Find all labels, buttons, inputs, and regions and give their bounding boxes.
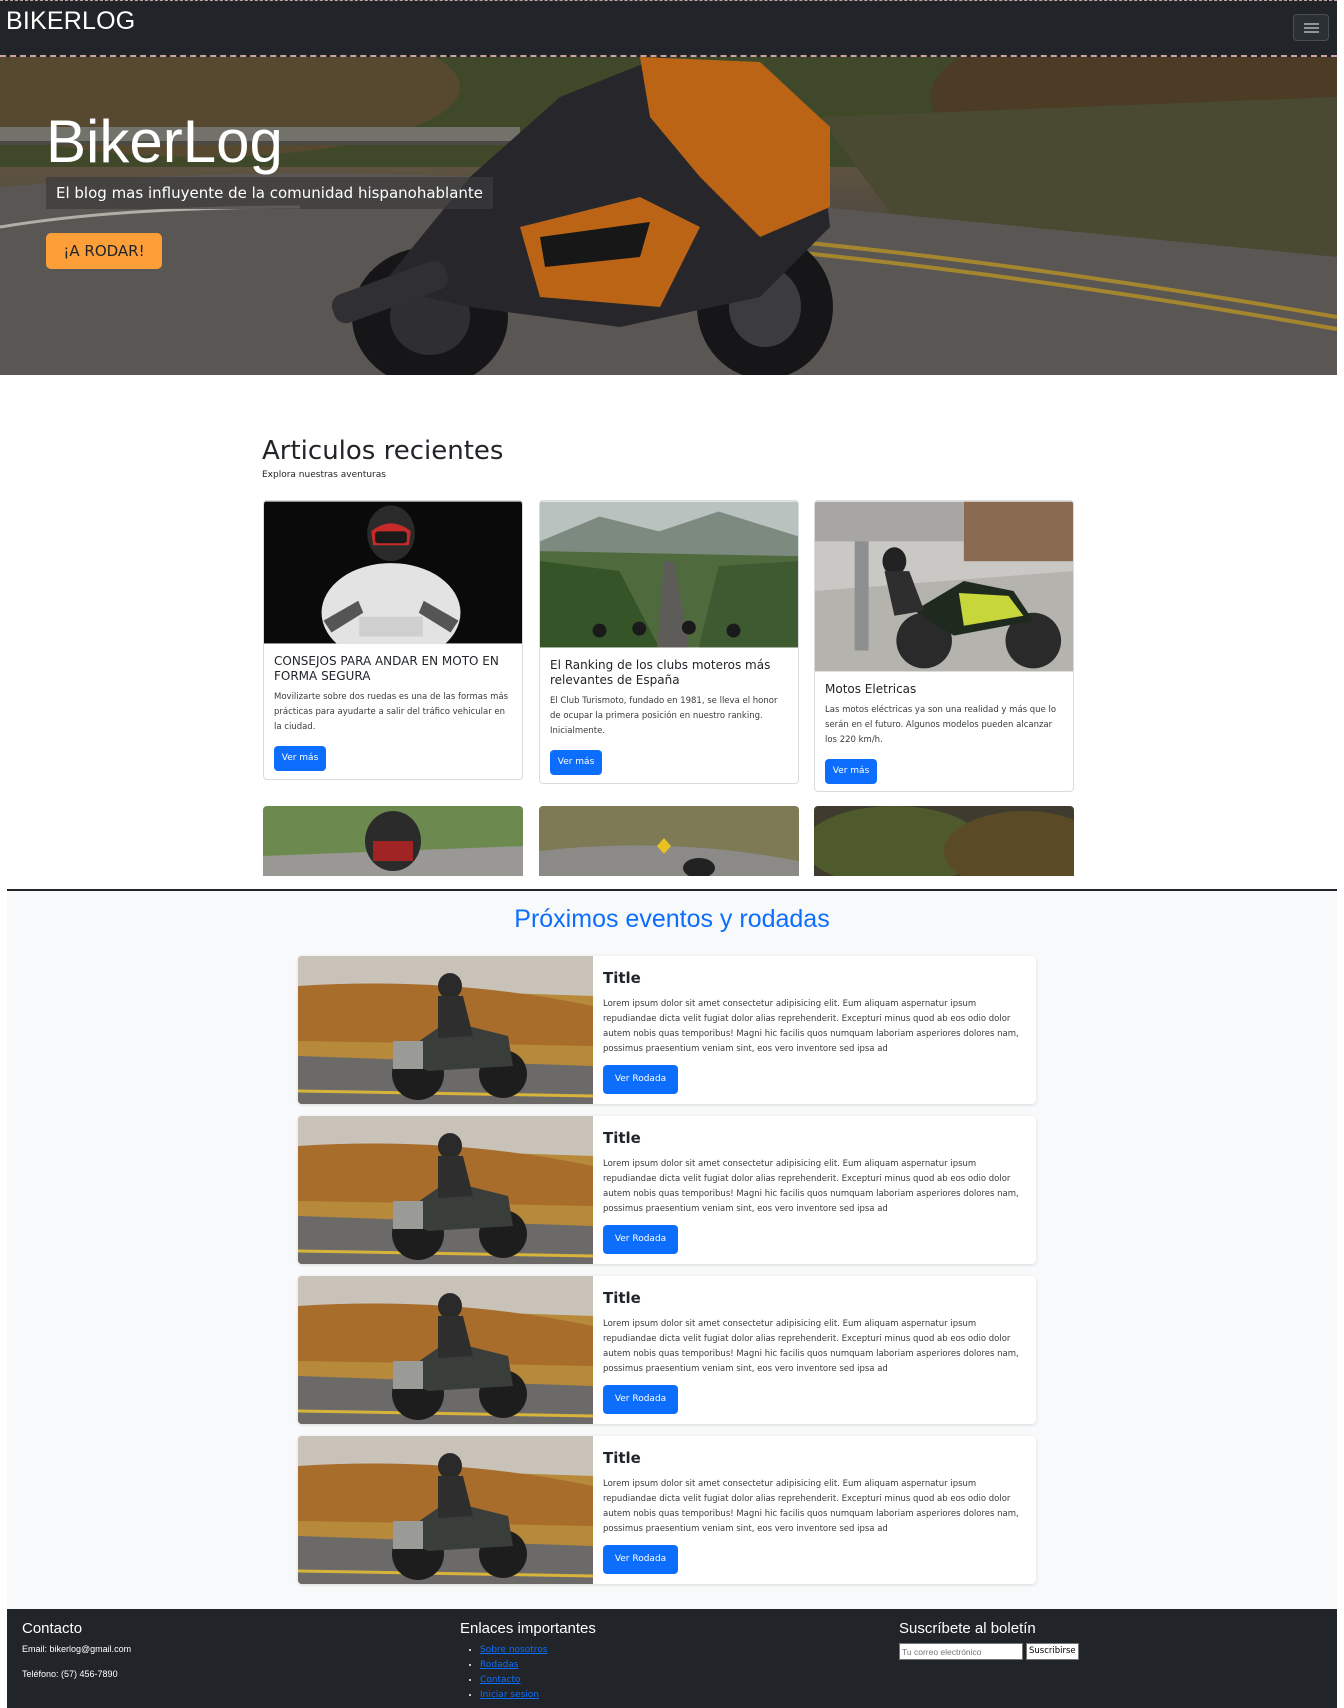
event-text: Lorem ipsum dolor sit amet consectetur a… <box>603 1479 1019 1534</box>
list-item: Sobre nosotros <box>480 1643 596 1658</box>
events-title: Próximos eventos y rodadas <box>514 905 830 933</box>
ride-cta-button[interactable]: ¡A RODAR! <box>46 233 162 269</box>
event-title: Title <box>603 1289 641 1307</box>
see-more-button[interactable]: Ver más <box>550 750 602 775</box>
link-about[interactable]: Sobre nosotros <box>480 1645 547 1655</box>
event-title: Title <box>603 969 641 987</box>
article-card-image <box>814 806 1074 876</box>
see-more-button[interactable]: Ver más <box>825 759 877 784</box>
contact-email: Email: bikerlog@gmail.com <box>22 1644 132 1654</box>
link-rides[interactable]: Rodadas <box>480 1660 519 1670</box>
adventure-bike-image <box>298 1436 593 1584</box>
event-text: Lorem ipsum dolor sit amet consectetur a… <box>603 1159 1019 1214</box>
hero-subtitle: El blog mas influyente de la comunidad h… <box>46 177 494 209</box>
event-title: Title <box>603 1129 641 1147</box>
card-title: Motos Eletricas <box>825 682 917 696</box>
brand-logo[interactable]: BIKERLOG <box>6 7 135 36</box>
section-tagline: Explora nuestras aventuras <box>262 470 386 480</box>
subscribe-button[interactable]: Suscribirse <box>1026 1643 1079 1660</box>
navbar: BIKERLOG <box>0 0 1337 57</box>
event-card: Title Lorem ipsum dolor sit amet consect… <box>298 1116 1036 1264</box>
article-card-image <box>539 806 799 876</box>
list-item: Contacto <box>480 1673 596 1688</box>
link-contact[interactable]: Contacto <box>480 1675 521 1685</box>
newsletter-title: Suscríbete al boletín <box>899 1620 1036 1637</box>
event-card: Title Lorem ipsum dolor sit amet consect… <box>298 1276 1036 1424</box>
event-text: Lorem ipsum dolor sit amet consectetur a… <box>603 999 1019 1054</box>
see-ride-button[interactable]: Ver Rodada <box>603 1545 678 1574</box>
card-title: El Ranking de los clubs moteros más rele… <box>550 658 771 687</box>
card-text: El Club Turismoto, fundado en 1981, se l… <box>550 696 778 736</box>
event-title: Title <box>603 1449 641 1467</box>
article-card-image <box>263 806 523 876</box>
recent-articles-section: Articulos recientes Explora nuestras ave… <box>262 436 1072 480</box>
event-text: Lorem ipsum dolor sit amet consectetur a… <box>603 1319 1019 1374</box>
hero-banner: BikerLog El blog mas influyente de la co… <box>0 57 1337 375</box>
adventure-bike-image <box>298 1116 593 1264</box>
contact-phone: Teléfono: (57) 456-7890 <box>22 1669 118 1679</box>
card-text: Movilizarte sobre dos ruedas es una de l… <box>274 692 509 732</box>
rider-helmet-image <box>264 501 522 644</box>
hero-title: BikerLog <box>46 108 283 175</box>
see-ride-button[interactable]: Ver Rodada <box>603 1385 678 1414</box>
footer-newsletter: Suscríbete al boletín Suscribirse <box>899 1620 1079 1660</box>
links-list: Sobre nosotros Rodadas Contacto Iniciar … <box>460 1643 596 1703</box>
footer-links: Enlaces importantes Sobre nosotros Rodad… <box>460 1620 596 1703</box>
contact-title: Contacto <box>22 1620 83 1637</box>
article-card: CONSEJOS PARA ANDAR EN MOTO EN FORMA SEG… <box>263 500 523 780</box>
event-card: Title Lorem ipsum dolor sit amet consect… <box>298 1436 1036 1584</box>
event-card: Title Lorem ipsum dolor sit amet consect… <box>298 956 1036 1104</box>
article-card: Motos Eletricas Las motos eléctricas ya … <box>814 500 1074 792</box>
adventure-bike-image <box>298 1276 593 1424</box>
mountain-road-image <box>540 501 798 648</box>
see-ride-button[interactable]: Ver Rodada <box>603 1225 678 1254</box>
section-title: Articulos recientes <box>262 436 504 466</box>
article-card: El Ranking de los clubs moteros más rele… <box>539 500 799 784</box>
list-item: Rodadas <box>480 1658 596 1673</box>
link-login[interactable]: Iniciar sesion <box>480 1690 539 1700</box>
list-item: Iniciar sesion <box>480 1688 596 1703</box>
adventure-bike-image <box>298 956 593 1104</box>
footer: Contacto Email: bikerlog@gmail.com Teléf… <box>7 1609 1337 1708</box>
see-more-button[interactable]: Ver más <box>274 746 326 771</box>
hamburger-icon[interactable] <box>1293 14 1329 41</box>
links-title: Enlaces importantes <box>460 1620 596 1637</box>
footer-contact: Contacto Email: bikerlog@gmail.com Teléf… <box>22 1620 131 1693</box>
card-title: CONSEJOS PARA ANDAR EN MOTO EN FORMA SEG… <box>274 654 499 683</box>
card-text: Las motos eléctricas ya son una realidad… <box>825 705 1057 745</box>
see-ride-button[interactable]: Ver Rodada <box>603 1065 678 1094</box>
electric-motorcycle-image <box>815 501 1073 672</box>
newsletter-email-input[interactable] <box>899 1643 1023 1660</box>
